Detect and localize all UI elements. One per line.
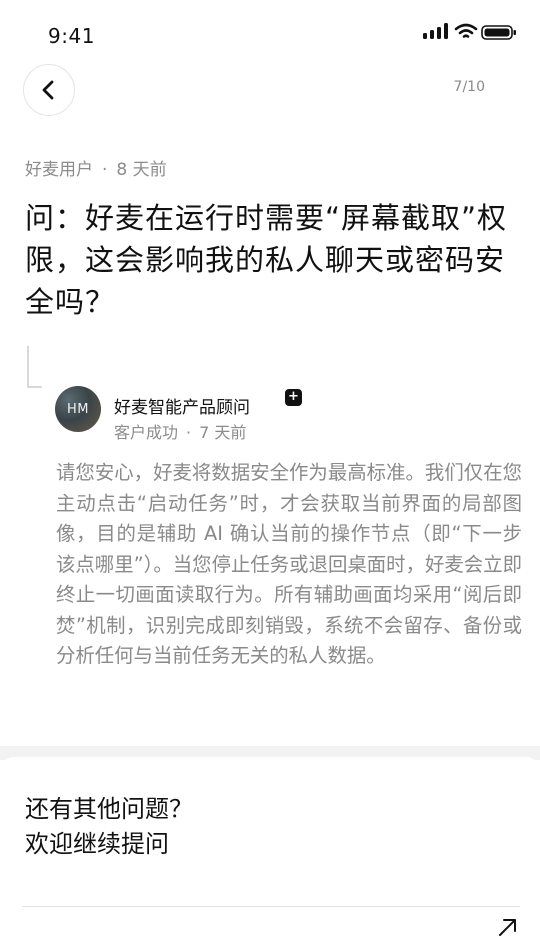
footer-divider bbox=[22, 906, 520, 907]
ask-more-line-1: 还有其他问题？ bbox=[25, 795, 193, 823]
status-time: 9:41 bbox=[48, 24, 95, 48]
ask-more-line-2: 欢迎继续提问 bbox=[25, 830, 169, 858]
answer-body: 请您安心，好麦将数据安全作为最高标准。我们仅在您主动点击“启动任务”时，才会获取… bbox=[56, 461, 522, 667]
verified-badge: + bbox=[285, 389, 302, 406]
question-author: 好麦用户 bbox=[25, 160, 93, 180]
meta-separator: · bbox=[186, 423, 192, 442]
page-indicator: 7/10 bbox=[453, 79, 485, 95]
back-button[interactable] bbox=[23, 64, 75, 116]
arrow-up-right-icon[interactable] bbox=[496, 916, 520, 936]
chevron-left-icon bbox=[42, 80, 54, 100]
question-meta: 好麦用户 · 8 天前 bbox=[25, 155, 167, 180]
battery-icon bbox=[481, 25, 516, 40]
question-time: 8 天前 bbox=[116, 160, 167, 180]
status-bar: 9:41 bbox=[0, 0, 540, 60]
status-icons bbox=[423, 23, 516, 40]
meta-separator: · bbox=[102, 160, 108, 180]
quote-marker bbox=[27, 346, 42, 388]
cellular-signal-icon bbox=[423, 23, 448, 39]
avatar[interactable]: HM bbox=[55, 386, 101, 432]
answerer-name[interactable]: 好麦智能产品顾问 bbox=[114, 393, 250, 418]
answerer-role: 客户成功 bbox=[114, 423, 179, 442]
answer-time: 7 天前 bbox=[199, 423, 247, 442]
ask-more-prompt[interactable]: 还有其他问题？ 欢迎继续提问 bbox=[25, 792, 193, 862]
wifi-icon bbox=[454, 23, 478, 38]
answer-meta: 客户成功 · 7 天前 bbox=[114, 419, 246, 443]
question-title: 问：好麦在运行时需要“屏幕截取”权限，这会影响我的私人聊天或密码安全吗？ bbox=[25, 201, 508, 319]
